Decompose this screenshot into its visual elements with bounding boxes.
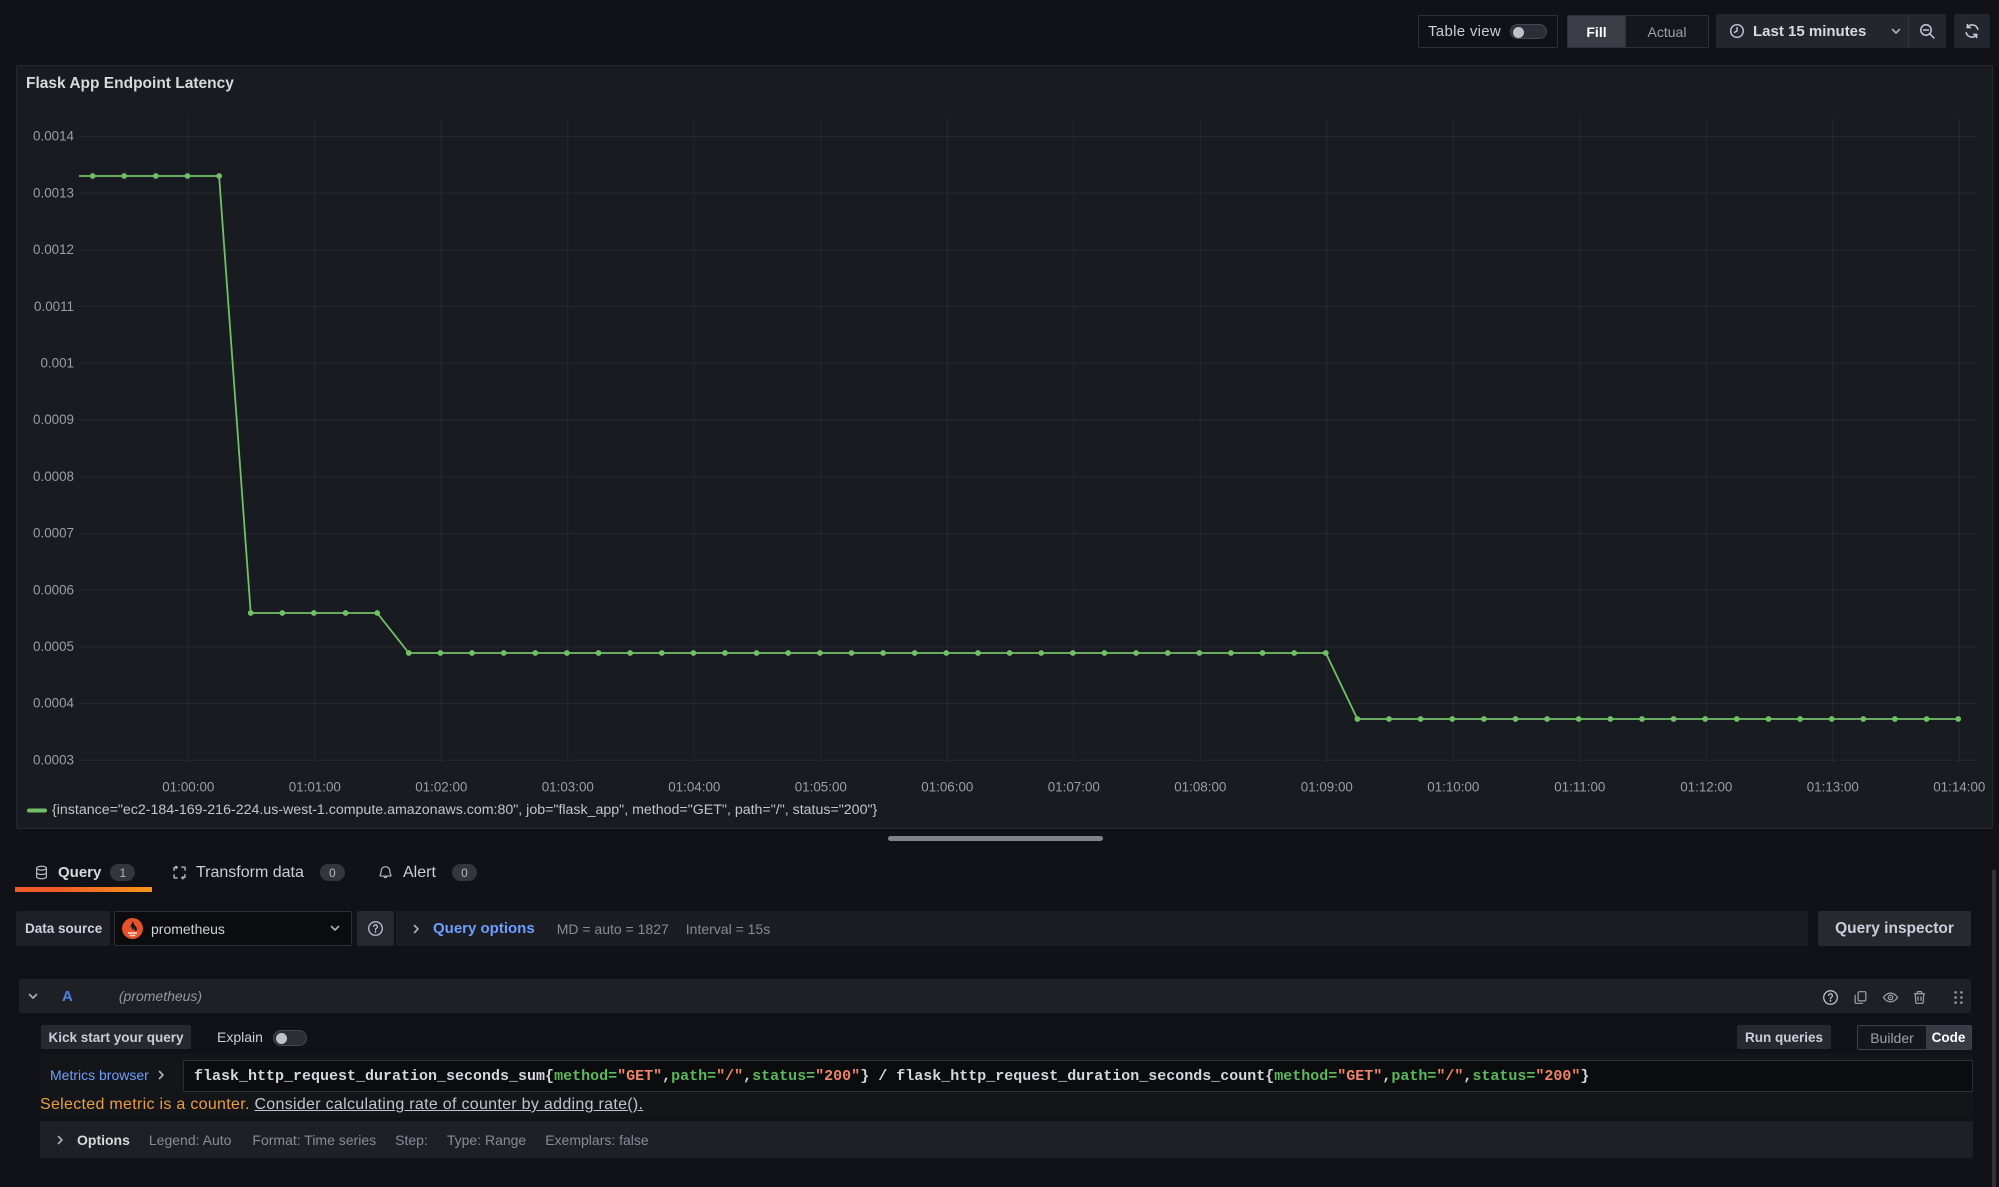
- svg-text:0.0003: 0.0003: [33, 752, 74, 767]
- svg-text:0.0004: 0.0004: [33, 696, 75, 711]
- svg-text:0.0009: 0.0009: [33, 412, 74, 427]
- svg-text:01:01:00: 01:01:00: [289, 780, 341, 795]
- svg-text:01:08:00: 01:08:00: [1174, 780, 1226, 795]
- svg-text:01:05:00: 01:05:00: [795, 780, 847, 795]
- svg-text:01:03:00: 01:03:00: [542, 780, 594, 795]
- svg-text:01:00:00: 01:00:00: [162, 780, 214, 795]
- svg-text:0.0007: 0.0007: [33, 526, 74, 541]
- svg-text:01:04:00: 01:04:00: [668, 780, 720, 795]
- svg-text:01:06:00: 01:06:00: [921, 780, 973, 795]
- svg-text:0.0014: 0.0014: [33, 129, 75, 144]
- svg-text:0.0008: 0.0008: [33, 469, 74, 484]
- svg-text:0.0012: 0.0012: [33, 242, 74, 257]
- svg-text:0.0005: 0.0005: [33, 639, 74, 654]
- svg-text:01:14:00: 01:14:00: [1933, 780, 1985, 795]
- svg-text:01:10:00: 01:10:00: [1427, 780, 1479, 795]
- svg-text:0.0011: 0.0011: [34, 299, 74, 314]
- svg-text:01:02:00: 01:02:00: [415, 780, 467, 795]
- svg-text:01:09:00: 01:09:00: [1301, 780, 1353, 795]
- svg-text:0.0013: 0.0013: [33, 185, 74, 200]
- svg-text:01:11:00: 01:11:00: [1554, 780, 1605, 795]
- svg-text:0.001: 0.001: [40, 356, 74, 371]
- svg-text:0.0006: 0.0006: [33, 582, 74, 597]
- svg-text:01:07:00: 01:07:00: [1048, 780, 1100, 795]
- svg-text:01:13:00: 01:13:00: [1807, 780, 1859, 795]
- svg-text:01:12:00: 01:12:00: [1680, 780, 1732, 795]
